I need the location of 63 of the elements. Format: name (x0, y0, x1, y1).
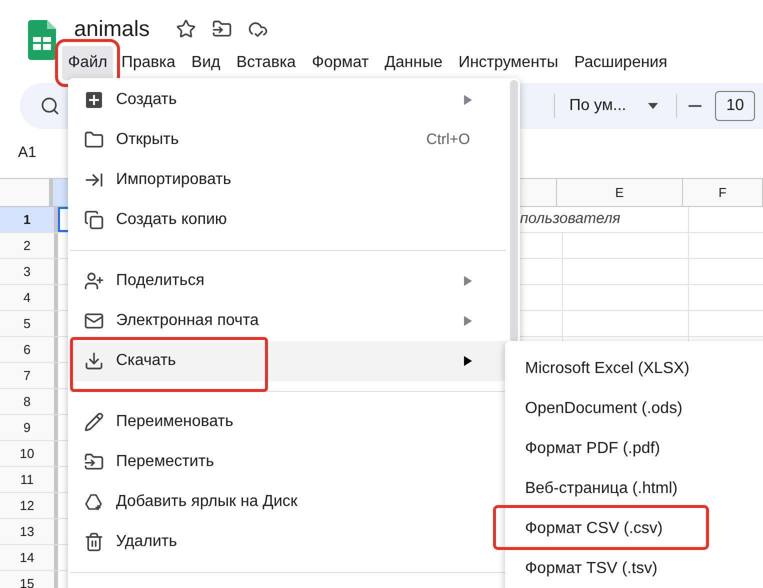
menu-bar-item[interactable]: Правка (115, 46, 182, 80)
cell-text: пользователя (520, 209, 620, 230)
menu-item[interactable]: Скачать (68, 341, 506, 381)
submenu-item[interactable]: Формат TSV (.tsv) (505, 549, 763, 588)
row-header[interactable]: 13 (0, 519, 58, 544)
column-header[interactable]: F (683, 179, 763, 206)
menu-item[interactable]: Электронная почта (68, 301, 506, 341)
mail-icon (84, 311, 104, 331)
scrollbar[interactable] (510, 80, 518, 342)
row-header[interactable]: 14 (0, 545, 58, 570)
menu-bar-item[interactable]: Вставка (230, 46, 302, 80)
menu-item[interactable]: Удалить (68, 522, 506, 562)
drive-shortcut-icon (84, 492, 104, 512)
column-header[interactable]: E (557, 179, 683, 206)
menu-item[interactable]: Добавить ярлык на Диск (68, 482, 506, 522)
menu-bar-item[interactable]: Инструменты (452, 46, 564, 80)
font-dropdown[interactable]: По ум... (565, 94, 662, 118)
pencil-icon (84, 412, 104, 432)
spreadsheet-logo[interactable] (28, 20, 56, 60)
search-icon[interactable] (40, 96, 60, 116)
menu-bar-item[interactable]: Вид (185, 46, 226, 80)
submenu-item[interactable]: Формат PDF (.pdf) (505, 429, 763, 469)
submenu-item[interactable]: Microsoft Excel (XLSX) (505, 349, 763, 389)
menu-item[interactable]: Создать копию (68, 200, 506, 240)
submenu-item[interactable]: Веб-страница (.html) (505, 469, 763, 509)
menu-item[interactable]: Создать (68, 80, 506, 120)
trash-icon (84, 532, 104, 552)
row-header[interactable]: 6 (0, 337, 58, 362)
submenu-item[interactable]: OpenDocument (.ods) (505, 389, 763, 429)
menu-item[interactable]: Переименовать (68, 402, 506, 442)
menu-item[interactable]: Переместить (68, 442, 506, 482)
folder-icon (84, 130, 104, 150)
download-icon (84, 351, 104, 371)
row-header[interactable]: 4 (0, 285, 58, 310)
add-person-icon (84, 271, 104, 291)
row-header[interactable]: 10 (0, 441, 58, 466)
menu-bar-item[interactable]: Файл (62, 46, 114, 80)
row-header[interactable]: 9 (0, 415, 58, 440)
row-header[interactable]: 8 (0, 389, 58, 414)
name-box[interactable]: A1 (18, 142, 36, 165)
row-header[interactable]: 3 (0, 259, 58, 284)
menu-bar-item[interactable]: Данные (378, 46, 448, 80)
dropdown-caret-icon (648, 103, 658, 109)
menu-item[interactable]: Открыть Ctrl+O (68, 120, 506, 160)
shortcut-text: Ctrl+O (426, 130, 470, 150)
move-folder-icon[interactable] (212, 19, 232, 39)
font-size-field[interactable]: 10 (715, 91, 755, 121)
menu-bar-item[interactable]: Формат (306, 46, 375, 80)
row-header[interactable]: 2 (0, 233, 58, 258)
row-header[interactable]: 11 (0, 467, 58, 492)
menu-item[interactable]: Поделиться (68, 261, 506, 301)
move-folder-icon (84, 452, 104, 472)
copy-icon (84, 210, 104, 230)
row-header[interactable]: 5 (0, 311, 58, 336)
table-icon (84, 90, 104, 110)
menu-item[interactable]: Импортировать (68, 160, 506, 200)
row-header[interactable]: 15 (0, 571, 58, 588)
row-header[interactable]: 1 (0, 207, 58, 232)
row-header[interactable]: 7 (0, 363, 58, 388)
document-title[interactable]: animals (68, 18, 156, 40)
row-header[interactable]: 12 (0, 493, 58, 518)
menu-bar-item[interactable]: Расширения (568, 46, 674, 80)
star-icon[interactable] (176, 19, 196, 39)
